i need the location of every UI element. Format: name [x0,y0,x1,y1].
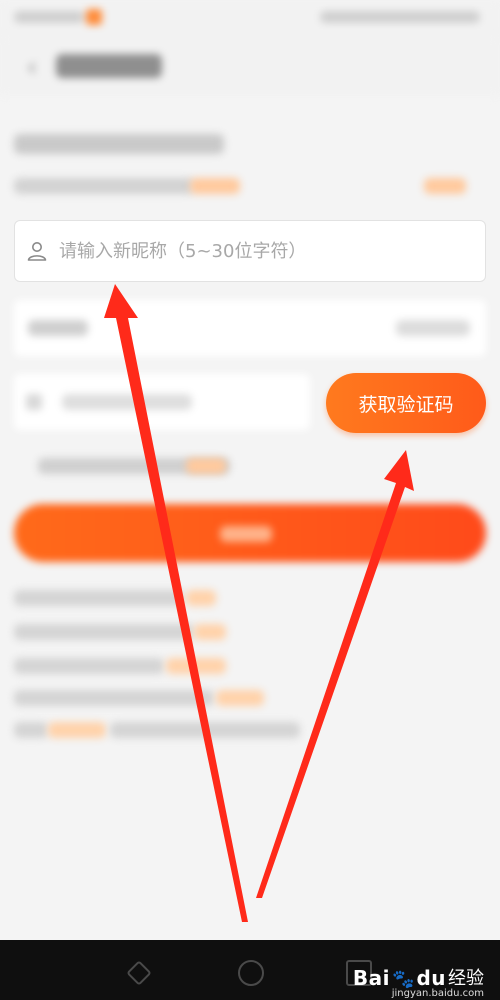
home-circle-icon[interactable] [238,960,264,986]
note-line-1-highlight [186,590,216,606]
watermark-brand: Bai [352,966,391,990]
status-bar-app-icon [86,9,102,25]
note-line-4 [14,690,214,706]
status-bar-indicators [320,11,480,23]
nickname-tip-link[interactable] [424,178,466,194]
watermark-title: 经验 [448,968,484,989]
note-line-1 [14,590,184,606]
page-title [56,54,162,78]
note-line-5 [110,722,300,738]
watermark: Bai 🐾 du 经验 jingyan.baidu.com [352,964,484,999]
phone-number-label [28,320,88,336]
back-triangle-icon[interactable] [126,960,152,986]
phone-number-field[interactable] [14,300,486,356]
nickname-field[interactable] [14,220,486,282]
current-account-info [14,134,224,154]
note-line-4-highlight [216,690,264,706]
nickname-tip-highlight [190,178,240,194]
status-bar-carrier [14,11,84,23]
navigation-bar: ‹ [0,36,500,96]
watermark-url: jingyan.baidu.com [391,988,484,999]
person-icon [27,242,47,261]
phone-number-value [396,320,470,336]
paw-icon: 🐾 [392,969,415,990]
note-line-3-highlight [166,658,226,674]
nickname-input[interactable] [59,240,459,262]
back-arrow-icon[interactable]: ‹ [12,46,52,86]
shield-icon [26,394,42,410]
agreement-link[interactable] [186,458,226,474]
note-line-3 [14,658,164,674]
watermark-brand-suffix: du [416,966,446,990]
nickname-tip-text [14,178,194,194]
status-bar [0,0,500,36]
note-line-5-link[interactable] [48,722,106,738]
submit-button-label [220,526,272,542]
note-line-5-prefix [14,722,48,738]
verification-code-field[interactable] [14,374,310,430]
get-verification-code-button[interactable]: 获取验证码 [326,373,486,433]
verification-code-placeholder [62,394,192,410]
note-line-2-highlight [194,624,226,640]
note-line-2 [14,624,194,640]
